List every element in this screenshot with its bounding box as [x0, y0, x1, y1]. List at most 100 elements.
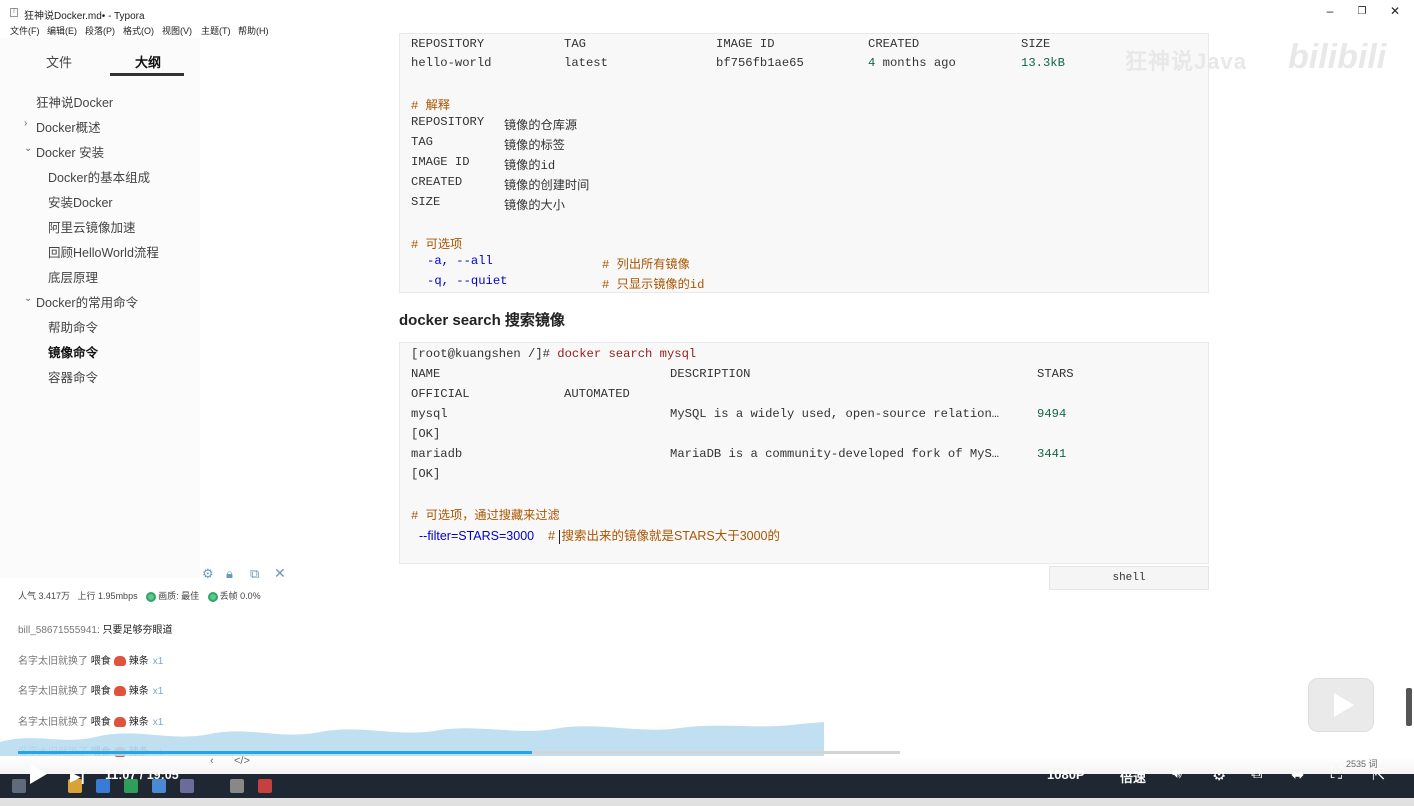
drop-stat: 丢帧 0.0% — [219, 591, 261, 601]
tab-files[interactable]: 文件 — [46, 52, 72, 71]
tab-outline[interactable]: 大纲 — [135, 52, 161, 71]
result-description: MariaDB is a community-developed fork of… — [670, 447, 1000, 461]
collapse-sidebar-icon[interactable]: ‹ — [210, 755, 214, 767]
settings-icon[interactable]: ⚙ — [1212, 765, 1226, 785]
outline-item[interactable]: Docker 安装 — [36, 142, 104, 161]
chat-message: bill_58671555941: 只要足够夯眼道 — [18, 621, 173, 636]
row-tag: latest — [564, 56, 608, 70]
prompt-text: [root@kuangshen /]# — [411, 347, 558, 361]
shell-prompt: [root@kuangshen /]# docker search mysql — [411, 347, 696, 361]
chevron-right-icon[interactable]: › — [24, 118, 27, 129]
gift-count: x1 — [152, 686, 164, 697]
menu-bar: 文件(F) 编辑(E) 段落(P) 格式(O) 视图(V) 主题(T) 帮助(H… — [0, 22, 400, 38]
chevron-down-icon[interactable]: ⌄ — [24, 293, 32, 304]
outline-item[interactable]: 容器命令 — [48, 367, 98, 386]
header-official: OFFICIAL — [411, 387, 470, 401]
outline-item[interactable]: 回顾HelloWorld流程 — [48, 242, 159, 261]
upload-stat: 上行 1.95mbps — [77, 591, 138, 601]
result-stars: 3441 — [1037, 447, 1067, 461]
big-play-icon — [1334, 693, 1354, 717]
menu-theme[interactable]: 主题(T) — [201, 24, 231, 37]
gift-action: 喂食 — [90, 655, 111, 667]
explain-desc: 镜像的标签 — [504, 139, 565, 153]
outline-item[interactable]: 镜像命令 — [48, 342, 98, 361]
quality-stat: 画质: 最佳 — [158, 591, 200, 601]
menu-edit[interactable]: 编辑(E) — [47, 24, 77, 37]
taskbar-app-icon[interactable] — [230, 779, 244, 793]
result-description: MySQL is a widely used, open-source rela… — [670, 407, 1000, 421]
popout-icon[interactable]: ⧉ — [250, 566, 259, 582]
menu-file[interactable]: 文件(F) — [10, 24, 40, 37]
chat-text: 只要足够夯眼道 — [102, 625, 173, 636]
close-icon[interactable]: ✕ — [274, 565, 286, 582]
filter-comment: 搜索出来的镜像就是STARS大于3000的 — [561, 529, 781, 543]
outline-item[interactable]: Docker的常用命令 — [36, 292, 138, 311]
volume-icon[interactable]: 🔊︎ — [1172, 765, 1182, 783]
web-fullscreen-icon[interactable]: ⇱ — [1372, 765, 1385, 785]
gift-icon — [113, 655, 126, 666]
option-all-comment: # 列出所有镜像 — [602, 258, 690, 272]
speed-selector[interactable]: 倍速 — [1120, 767, 1146, 786]
outline-item[interactable]: 安装Docker — [48, 192, 113, 211]
explain-desc: 镜像的id — [504, 159, 556, 173]
outline-item[interactable]: 帮助命令 — [48, 317, 98, 336]
source-mode-icon[interactable]: </> — [234, 755, 250, 767]
code-block-images[interactable]: REPOSITORY TAG IMAGE ID CREATED SIZE hel… — [399, 33, 1209, 293]
outline-item[interactable]: 狂神说Docker — [36, 92, 113, 111]
header-automated: AUTOMATED — [564, 387, 630, 401]
chevron-down-icon[interactable]: ⌄ — [24, 143, 32, 154]
menu-help[interactable]: 帮助(H) — [238, 24, 269, 37]
row-created: 4 months ago — [868, 56, 956, 70]
lock-icon[interactable]: 🔒︎ — [226, 566, 233, 582]
window-title: 狂神说Docker.md• - Typora — [24, 11, 145, 22]
chat-username[interactable]: bill_58671555941 — [18, 625, 97, 636]
fullscreen-icon[interactable]: ⛶ — [1331, 765, 1342, 783]
outline-item[interactable]: 阿里云镜像加速 — [48, 217, 136, 236]
menu-format[interactable]: 格式(O) — [123, 24, 154, 37]
code-block-search[interactable]: [root@kuangshen /]# docker search mysql … — [399, 342, 1209, 564]
outline-item[interactable]: Docker的基本组成 — [48, 167, 150, 186]
header-name: NAME — [411, 367, 441, 381]
explain-desc: 镜像的仓库源 — [504, 119, 578, 133]
outline-item[interactable]: Docker概述 — [36, 117, 101, 136]
next-icon[interactable]: ▶| — [70, 768, 85, 785]
outline-item[interactable]: 底层原理 — [48, 267, 98, 286]
menu-paragraph[interactable]: 段落(P) — [85, 24, 115, 37]
chat-username[interactable]: 名字太旧就换了 — [18, 686, 88, 697]
header-stars: STARS — [1037, 367, 1074, 381]
option-all-flag: -a, --all — [427, 254, 493, 268]
windows-start-icon[interactable] — [12, 779, 26, 793]
command-text: docker search mysql — [557, 347, 697, 361]
drop-status-icon — [207, 591, 218, 602]
quality-selector[interactable]: 1080P — [1047, 767, 1085, 782]
typora-app-icon: T — [10, 8, 18, 17]
row-created-text: months ago — [875, 56, 956, 70]
row-size: 13.3kB — [1021, 56, 1065, 70]
option-quiet-comment: # 只显示镜像的id — [602, 278, 705, 292]
minimize-button[interactable]: – — [1323, 4, 1337, 18]
scrollbar[interactable] — [1406, 688, 1412, 726]
header-tag: TAG — [564, 37, 586, 51]
pip-icon[interactable]: ⧉ — [1251, 765, 1262, 783]
filter-comment-hash: # — [548, 529, 559, 543]
gift-item: 辣条 — [128, 686, 149, 697]
chat-username[interactable]: 名字太旧就换了 — [18, 656, 88, 667]
code-language-input[interactable]: shell — [1049, 566, 1209, 590]
maximize-button[interactable]: ❐ — [1355, 6, 1369, 17]
filter-comment-heading: # 可选项，通过搜藏来过滤 — [411, 509, 560, 523]
result-official: [OK] — [411, 467, 441, 481]
taskbar-app-icon[interactable] — [180, 779, 194, 793]
explain-comment: # 解释 — [411, 99, 451, 113]
widescreen-icon[interactable]: ⬌ — [1291, 765, 1304, 785]
row-repository: hello-world — [411, 56, 492, 70]
section-heading[interactable]: docker search 搜索镜像 — [399, 309, 565, 330]
menu-view[interactable]: 视图(V) — [162, 24, 192, 37]
explain-desc: 镜像的大小 — [504, 199, 565, 213]
taskbar-app-icon[interactable] — [258, 779, 272, 793]
row-image-id: bf756fb1ae65 — [716, 56, 804, 70]
settings-icon[interactable]: ⚙ — [202, 566, 214, 582]
play-icon[interactable] — [30, 764, 47, 784]
chat-message: 名字太旧就换了 喂食 辣条x1 — [18, 652, 163, 667]
explain-key: TAG — [411, 135, 433, 149]
close-button[interactable]: ✕ — [1388, 4, 1402, 18]
